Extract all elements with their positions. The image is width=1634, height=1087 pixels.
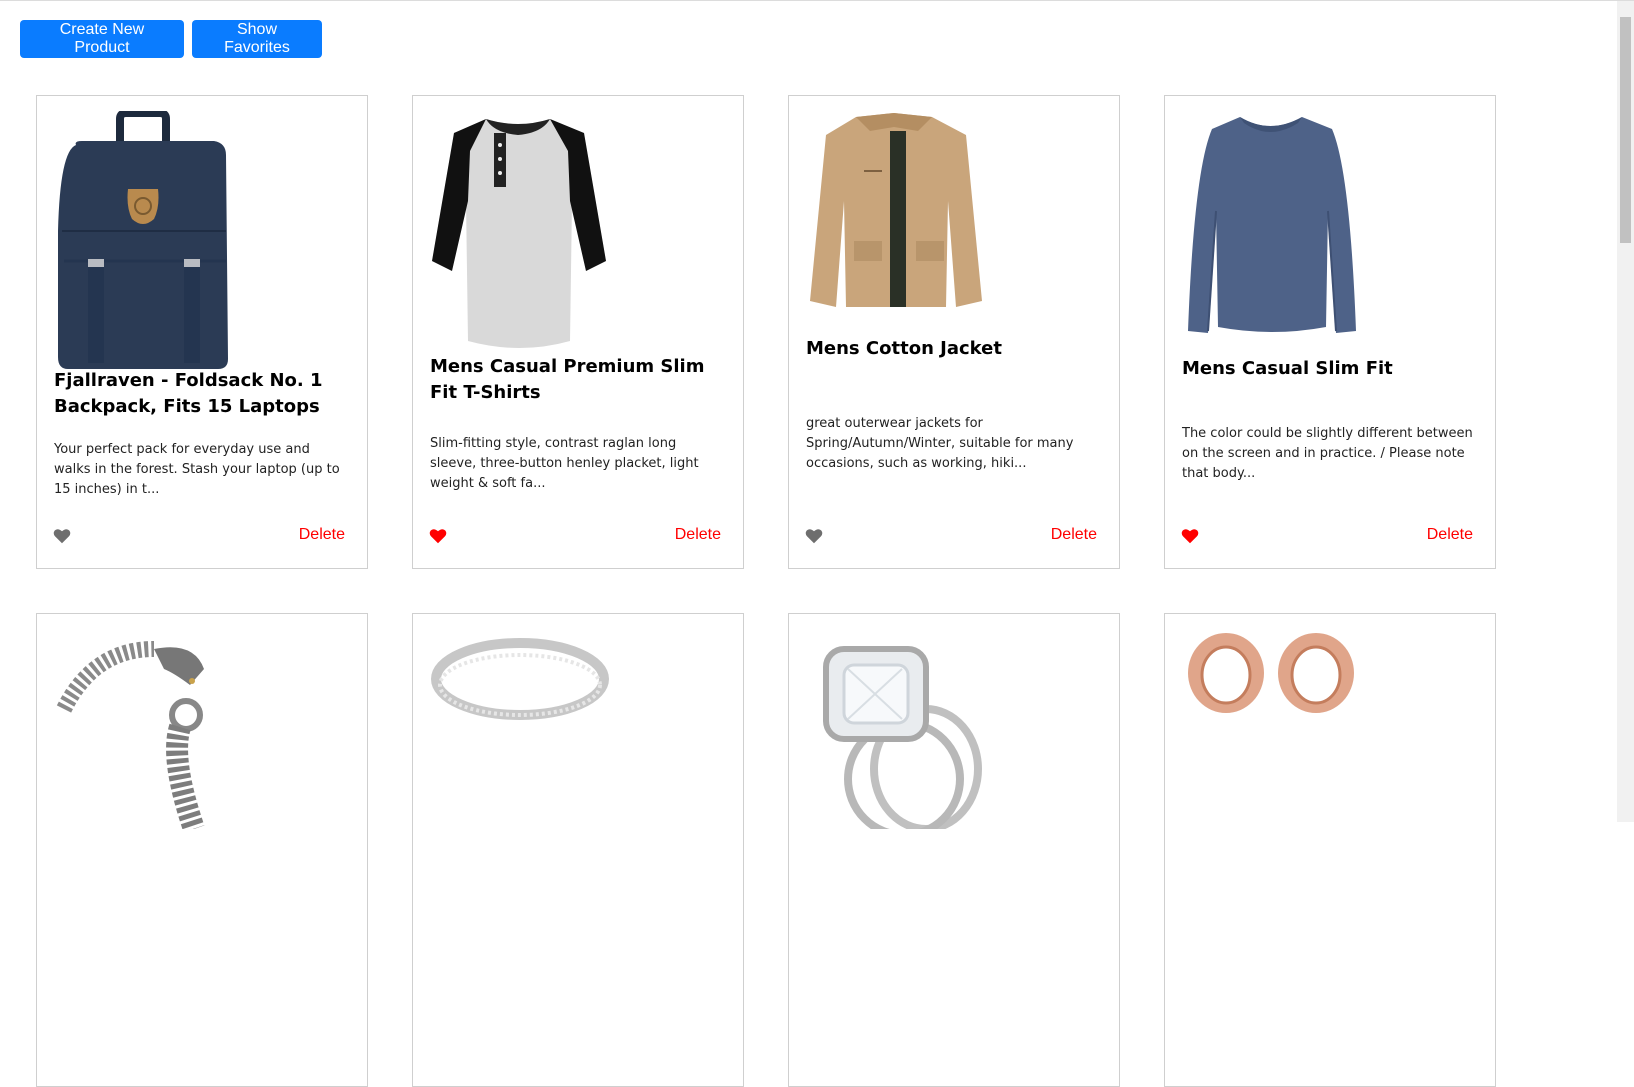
tshirt-image bbox=[430, 111, 610, 371]
scrollbar-thumb[interactable] bbox=[1620, 17, 1631, 243]
product-description: Slim-fitting style, contrast raglan long… bbox=[430, 436, 699, 491]
delete-button[interactable]: Delete bbox=[299, 526, 345, 544]
product-description: Your perfect pack for everyday use and w… bbox=[54, 442, 340, 497]
heart-icon[interactable] bbox=[1181, 528, 1199, 544]
show-favorites-button[interactable]: Show Favorites bbox=[192, 20, 322, 58]
ring-image bbox=[430, 629, 610, 889]
product-card: Fjallraven - Foldsack No. 1 Backpack, Fi… bbox=[36, 95, 368, 569]
create-new-product-button[interactable]: Create New Product bbox=[20, 20, 184, 58]
product-description: The color could be slightly different be… bbox=[1182, 426, 1473, 481]
engagement-ring-image bbox=[806, 629, 986, 889]
product-card bbox=[412, 613, 744, 1087]
delete-button[interactable]: Delete bbox=[675, 526, 721, 544]
product-card: Mens Casual Slim Fit The color could be … bbox=[1164, 95, 1496, 569]
longsleeve-image bbox=[1182, 111, 1362, 371]
heart-icon[interactable] bbox=[429, 528, 447, 544]
product-card bbox=[36, 613, 368, 1087]
backpack-image bbox=[54, 109, 234, 371]
delete-button[interactable]: Delete bbox=[1051, 526, 1097, 544]
heart-icon[interactable] bbox=[805, 528, 823, 544]
heart-icon[interactable] bbox=[53, 528, 71, 544]
product-title: Mens Casual Premium Slim Fit T-Shirts bbox=[430, 356, 705, 403]
product-card bbox=[788, 613, 1120, 1087]
product-card: Mens Cotton Jacket great outerwear jacke… bbox=[788, 95, 1120, 569]
jacket-image bbox=[806, 111, 986, 371]
toolbar: Create New Product Show Favorites bbox=[20, 20, 322, 58]
vertical-scrollbar[interactable] bbox=[1617, 1, 1634, 822]
product-card: Mens Casual Premium Slim Fit T-Shirts Sl… bbox=[412, 95, 744, 569]
delete-button[interactable]: Delete bbox=[1427, 526, 1473, 544]
ear-tunnels-image bbox=[1182, 629, 1362, 889]
product-title: Mens Casual Slim Fit bbox=[1182, 358, 1393, 379]
bracelet-image bbox=[54, 629, 234, 889]
product-title: Mens Cotton Jacket bbox=[806, 338, 1002, 359]
product-description: great outerwear jackets for Spring/Autum… bbox=[806, 416, 1074, 471]
product-card bbox=[1164, 613, 1496, 1087]
product-title: Fjallraven - Foldsack No. 1 Backpack, Fi… bbox=[54, 370, 323, 417]
